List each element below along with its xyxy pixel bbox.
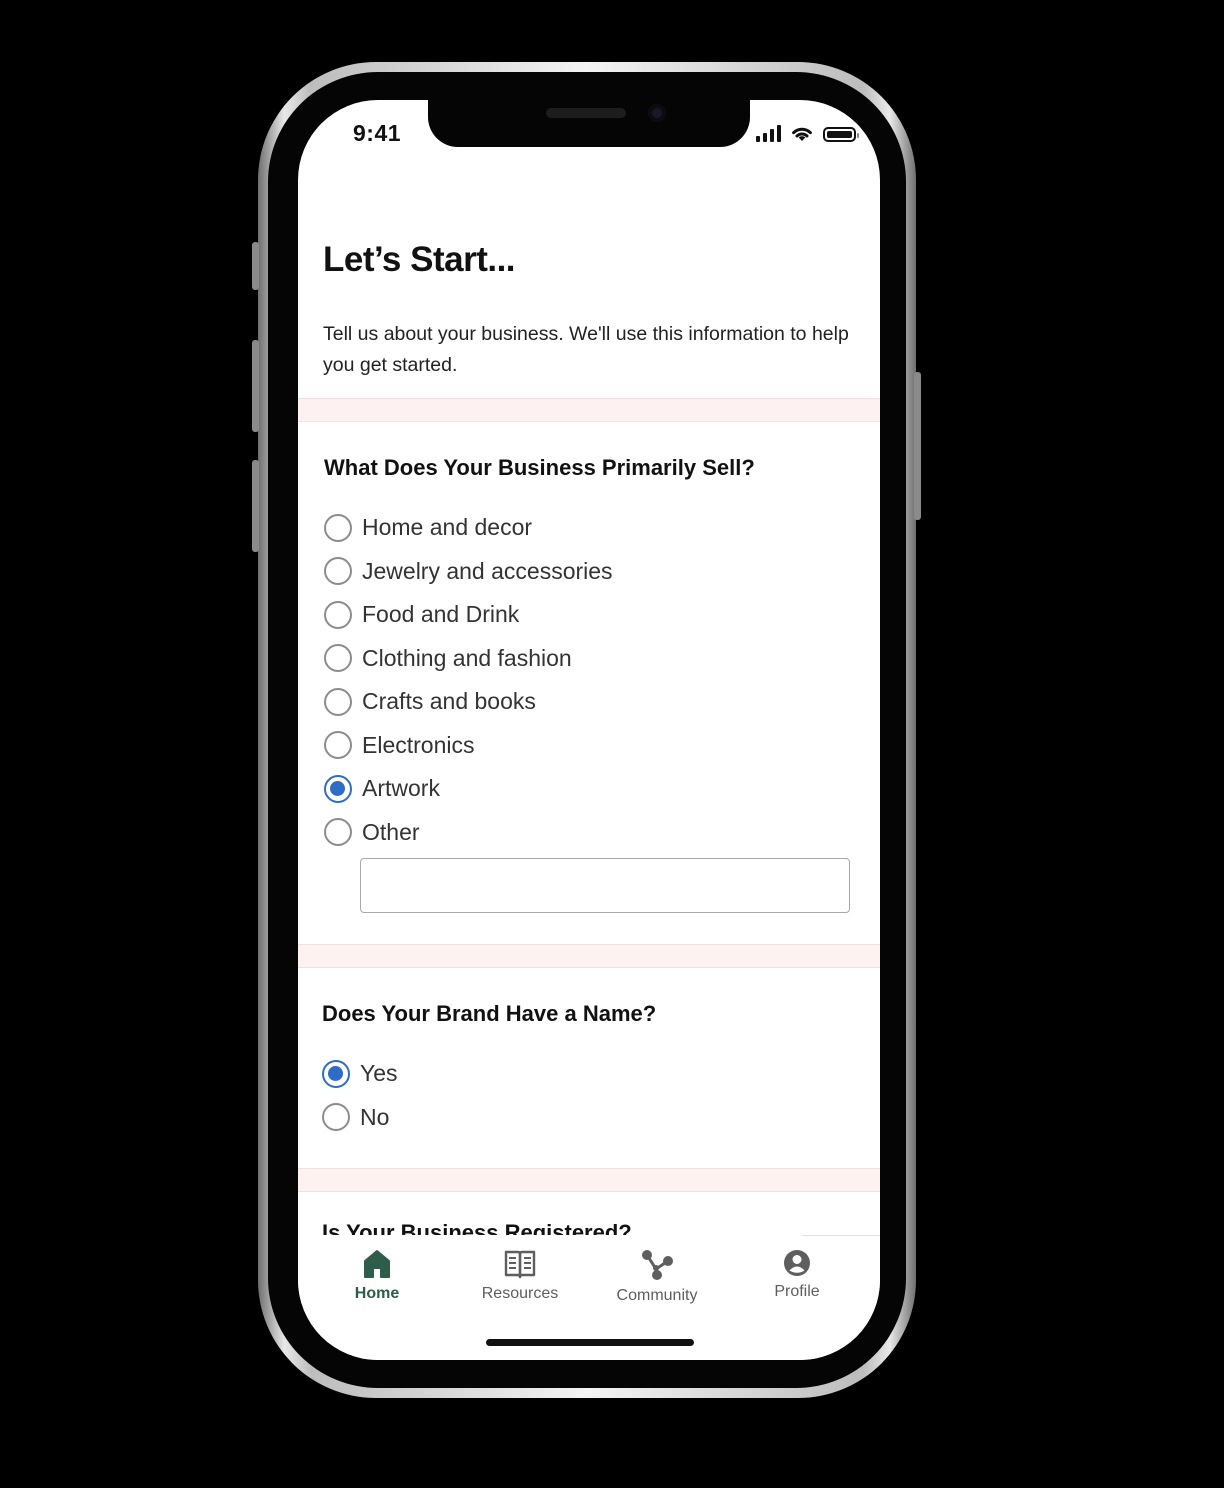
notch <box>428 100 750 147</box>
radio-button[interactable] <box>324 644 352 673</box>
sell-options-radio-group: Home and decor Jewelry and accessories F… <box>324 506 613 854</box>
profile-icon <box>784 1250 810 1276</box>
battery-icon <box>823 127 859 142</box>
option-artwork[interactable]: Artwork <box>324 767 613 811</box>
tab-label: Home <box>354 1285 400 1302</box>
option-other[interactable]: Other <box>324 811 613 855</box>
option-label: Jewelry and accessories <box>362 557 613 584</box>
radio-button[interactable] <box>324 513 352 542</box>
option-label: Food and Drink <box>362 601 520 628</box>
volume-up-button <box>252 340 259 432</box>
book-icon <box>504 1250 536 1279</box>
radio-button-selected[interactable] <box>324 774 352 803</box>
network-icon <box>642 1250 673 1280</box>
section-divider <box>298 398 880 422</box>
option-electronics[interactable]: Electronics <box>324 724 613 768</box>
option-label: Other <box>362 818 420 845</box>
option-label: Clothing and fashion <box>362 644 572 671</box>
tab-community[interactable]: Community <box>597 1249 717 1305</box>
radio-button[interactable] <box>324 731 352 760</box>
radio-button[interactable] <box>324 818 352 847</box>
page-title: Let’s Start... <box>323 240 516 279</box>
brand-name-radio-group: Yes No <box>322 1052 398 1139</box>
option-label: Electronics <box>362 731 475 758</box>
tab-label: Resources <box>481 1285 559 1302</box>
radio-button[interactable] <box>322 1103 350 1132</box>
tab-resources[interactable]: Resources <box>460 1249 580 1303</box>
section-divider <box>298 944 880 968</box>
question-primary-sell: What Does Your Business Primarily Sell? <box>324 455 755 480</box>
home-icon <box>364 1250 390 1278</box>
wifi-icon <box>792 127 812 141</box>
option-label: Crafts and books <box>362 688 536 715</box>
phone-screen: 9:41 Let’s Start... Tell us about your b… <box>298 100 880 1360</box>
option-label: No <box>360 1103 390 1130</box>
option-label: Yes <box>360 1060 398 1087</box>
radio-button[interactable] <box>324 557 352 586</box>
status-icons <box>756 124 859 142</box>
question-brand-name: Does Your Brand Have a Name? <box>322 1001 657 1026</box>
silent-switch <box>252 242 259 290</box>
option-clothing-and-fashion[interactable]: Clothing and fashion <box>324 637 613 681</box>
status-time: 9:41 <box>353 120 402 146</box>
option-yes[interactable]: Yes <box>322 1052 398 1096</box>
cellular-signal-icon <box>756 125 781 142</box>
radio-button[interactable] <box>324 687 352 716</box>
option-no[interactable]: No <box>322 1096 398 1140</box>
option-food-and-drink[interactable]: Food and Drink <box>324 593 613 637</box>
radio-button[interactable] <box>324 600 352 629</box>
intro-text: Tell us about your business. We'll use t… <box>323 323 849 376</box>
home-indicator <box>486 1339 694 1346</box>
section-divider <box>298 1168 880 1192</box>
option-label: Artwork <box>362 775 440 802</box>
tab-label: Profile <box>774 1283 820 1300</box>
radio-button-selected[interactable] <box>322 1059 350 1088</box>
front-camera <box>648 104 666 122</box>
volume-down-button <box>252 460 259 552</box>
other-text-input[interactable] <box>360 858 850 913</box>
tab-label: Community <box>616 1287 698 1304</box>
speaker-grille <box>546 108 626 118</box>
option-home-and-decor[interactable]: Home and decor <box>324 506 613 550</box>
bottom-tab-bar: Home Resources Community Profile <box>298 1235 880 1360</box>
power-button <box>914 372 921 520</box>
option-crafts-and-books[interactable]: Crafts and books <box>324 680 613 724</box>
tab-profile[interactable]: Profile <box>737 1249 857 1301</box>
option-label: Home and decor <box>362 514 533 541</box>
tab-home[interactable]: Home <box>317 1249 437 1303</box>
option-jewelry-and-accessories[interactable]: Jewelry and accessories <box>324 550 613 594</box>
